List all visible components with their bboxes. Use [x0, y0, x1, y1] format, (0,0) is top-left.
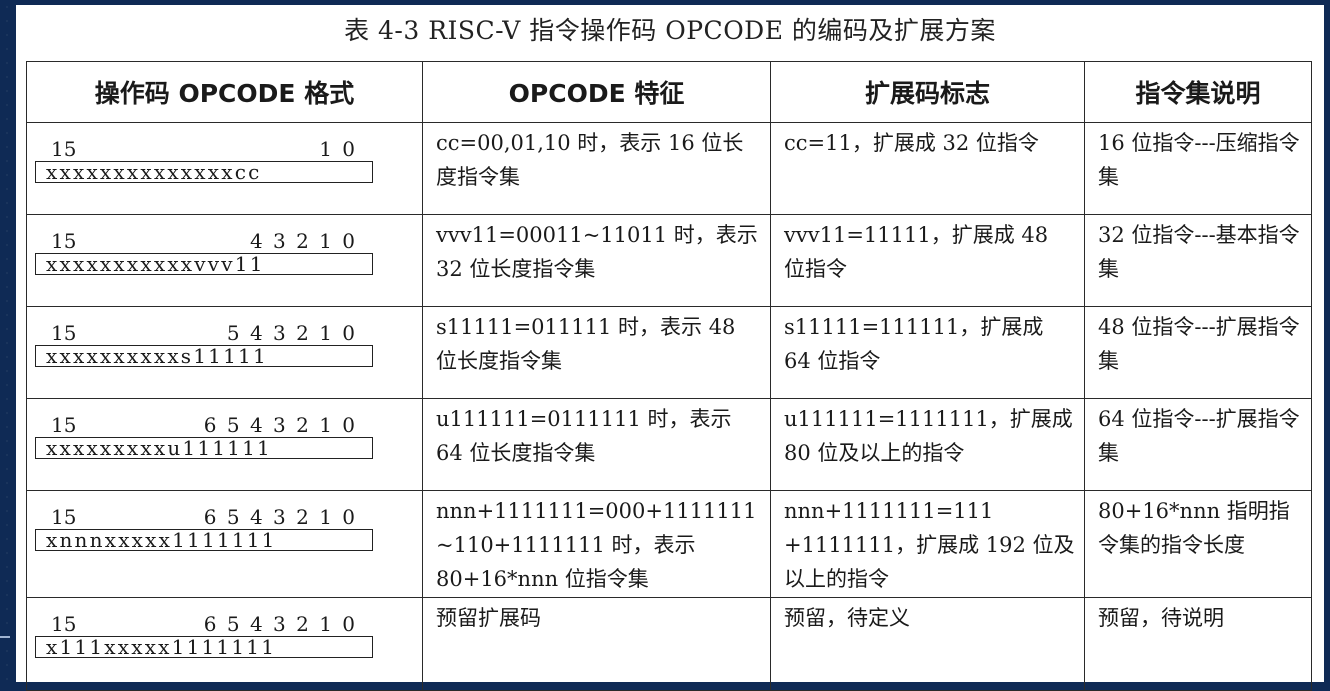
bit-index-low: 6 5 4 3 2 1 0: [203, 612, 357, 636]
instruction-set-cell: 64 位指令---扩展指令集: [1084, 398, 1312, 491]
instruction-set-cell: 80+16*nnn 指明指令集的指令长度: [1084, 490, 1312, 598]
desc-text: 48 位指令---扩展指令集: [1098, 315, 1300, 373]
bit-index-row: 15 6 5 4 3 2 1 0: [51, 413, 367, 437]
flag-text: s11111=111111，扩展成 64 位指令: [784, 315, 1044, 373]
opcode-feature-cell: 预留扩展码: [422, 597, 771, 691]
extension-flag-cell: cc=11，扩展成 32 位指令: [770, 122, 1085, 215]
opcode-feature-cell: u111111=0111111 时，表示 64 位长度指令集: [422, 398, 771, 491]
opcode-format-cell: 15 5 4 3 2 1 0 xxxxxxxxxxs11111: [26, 306, 423, 399]
opcode-feature-cell: nnn+1111111=000+1111111 ~110+1111111 时，表…: [422, 490, 771, 598]
flag-text: cc=11，扩展成 32 位指令: [784, 131, 1039, 155]
bit-index-row: 15 4 3 2 1 0: [51, 229, 367, 253]
feature-text: vvv11=00011~11011 时，表示 32 位长度指令集: [436, 223, 758, 281]
opcode-bit-pattern: xxxxxxxxxxxvvv11: [35, 253, 373, 275]
bit-index-low: 5 4 3 2 1 0: [226, 321, 357, 345]
feature-text: nnn+1111111=000+1111111 ~110+1111111 时，表…: [436, 499, 757, 591]
flag-text: vvv11=11111，扩展成 48 位指令: [784, 223, 1049, 281]
desc-text: 预留，待说明: [1098, 606, 1224, 630]
bit-index-low: 6 5 4 3 2 1 0: [203, 505, 357, 529]
bit-index-low: 4 3 2 1 0: [249, 229, 357, 253]
desc-text: 32 位指令---基本指令集: [1098, 223, 1300, 281]
extension-flag-cell: s11111=111111，扩展成 64 位指令: [770, 306, 1085, 399]
instruction-set-cell: 32 位指令---基本指令集: [1084, 214, 1312, 307]
table-caption: 表 4-3 RISC-V 指令操作码 OPCODE 的编码及扩展方案: [344, 16, 996, 45]
flag-text: u111111=1111111，扩展成 80 位及以上的指令: [784, 407, 1073, 465]
slide-edge-marker: [0, 636, 10, 638]
opcode-table: 操作码 OPCODE 格式 OPCODE 特征 扩展码标志 指令集说明 15 1…: [26, 61, 1312, 691]
feature-text: s11111=011111 时，表示 48 位长度指令集: [436, 315, 736, 373]
bit-index-high: 15: [51, 505, 77, 529]
table-header-row: 操作码 OPCODE 格式 OPCODE 特征 扩展码标志 指令集说明: [26, 61, 1312, 123]
table-row: 15 1 0 xxxxxxxxxxxxxxcc cc=00,01,10 时，表示…: [26, 122, 1312, 215]
feature-text: u111111=0111111 时，表示 64 位长度指令集: [436, 407, 732, 465]
extension-flag-cell: 预留，待定义: [770, 597, 1085, 691]
opcode-format-cell: 15 6 5 4 3 2 1 0 xnnnxxxxx1111111: [26, 490, 423, 598]
bit-index-row: 15 6 5 4 3 2 1 0: [51, 505, 367, 529]
opcode-feature-cell: s11111=011111 时，表示 48 位长度指令集: [422, 306, 771, 399]
instruction-set-cell: 16 位指令---压缩指令集: [1084, 122, 1312, 215]
opcode-format-cell: 15 1 0 xxxxxxxxxxxxxxcc: [26, 122, 423, 215]
bit-index-row: 15 5 4 3 2 1 0: [51, 321, 367, 345]
bit-index-high: 15: [51, 137, 77, 161]
opcode-feature-cell: cc=00,01,10 时，表示 16 位长度指令集: [422, 122, 771, 215]
opcode-format-cell: 15 6 5 4 3 2 1 0 xxxxxxxxxu111111: [26, 398, 423, 491]
table-row: 15 4 3 2 1 0 xxxxxxxxxxxvvv11 vvv11=0001…: [26, 214, 1312, 307]
document-sheet: 表 4-3 RISC-V 指令操作码 OPCODE 的编码及扩展方案 操作码 O…: [16, 5, 1324, 691]
bit-index-high: 15: [51, 413, 77, 437]
table-row: 15 5 4 3 2 1 0 xxxxxxxxxxs11111 s11111=0…: [26, 306, 1312, 399]
bit-index-row: 15 6 5 4 3 2 1 0: [51, 612, 367, 636]
desc-text: 16 位指令---压缩指令集: [1098, 131, 1300, 189]
feature-text: cc=00,01,10 时，表示 16 位长度指令集: [436, 131, 744, 189]
flag-text: 预留，待定义: [784, 606, 910, 630]
flag-text: nnn+1111111=111 +1111111，扩展成 192 位及以上的指令: [784, 499, 1075, 591]
bit-index-low: 6 5 4 3 2 1 0: [203, 413, 357, 437]
header-instruction-set: 指令集说明: [1084, 61, 1312, 123]
header-opcode-feature: OPCODE 特征: [422, 61, 771, 123]
table-row: 15 6 5 4 3 2 1 0 x111xxxxx1111111 预留扩展码 …: [26, 597, 1312, 691]
bit-index-high: 15: [51, 612, 77, 636]
opcode-bit-pattern: x111xxxxx1111111: [35, 636, 373, 658]
instruction-set-cell: 预留，待说明: [1084, 597, 1312, 691]
bit-index-row: 15 1 0: [51, 137, 367, 161]
opcode-bit-pattern: xxxxxxxxxxxxxxcc: [35, 161, 373, 183]
opcode-feature-cell: vvv11=00011~11011 时，表示 32 位长度指令集: [422, 214, 771, 307]
opcode-bit-pattern: xxxxxxxxxxs11111: [35, 345, 373, 367]
opcode-format-cell: 15 6 5 4 3 2 1 0 x111xxxxx1111111: [26, 597, 423, 691]
instruction-set-cell: 48 位指令---扩展指令集: [1084, 306, 1312, 399]
extension-flag-cell: nnn+1111111=111 +1111111，扩展成 192 位及以上的指令: [770, 490, 1085, 598]
opcode-bit-pattern: xxxxxxxxxu111111: [35, 437, 373, 459]
header-extension-flag: 扩展码标志: [770, 61, 1085, 123]
header-opcode-format: 操作码 OPCODE 格式: [26, 61, 423, 123]
desc-text: 80+16*nnn 指明指令集的指令长度: [1098, 499, 1290, 557]
extension-flag-cell: vvv11=11111，扩展成 48 位指令: [770, 214, 1085, 307]
desc-text: 64 位指令---扩展指令集: [1098, 407, 1300, 465]
table-row: 15 6 5 4 3 2 1 0 xxxxxxxxxu111111 u11111…: [26, 398, 1312, 491]
opcode-format-cell: 15 4 3 2 1 0 xxxxxxxxxxxvvv11: [26, 214, 423, 307]
table-row: 15 6 5 4 3 2 1 0 xnnnxxxxx1111111 nnn+11…: [26, 490, 1312, 598]
opcode-bit-pattern: xnnnxxxxx1111111: [35, 529, 373, 551]
bit-index-high: 15: [51, 229, 77, 253]
bit-index-low: 1 0: [319, 137, 357, 161]
feature-text: 预留扩展码: [436, 606, 541, 630]
extension-flag-cell: u111111=1111111，扩展成 80 位及以上的指令: [770, 398, 1085, 491]
bit-index-high: 15: [51, 321, 77, 345]
